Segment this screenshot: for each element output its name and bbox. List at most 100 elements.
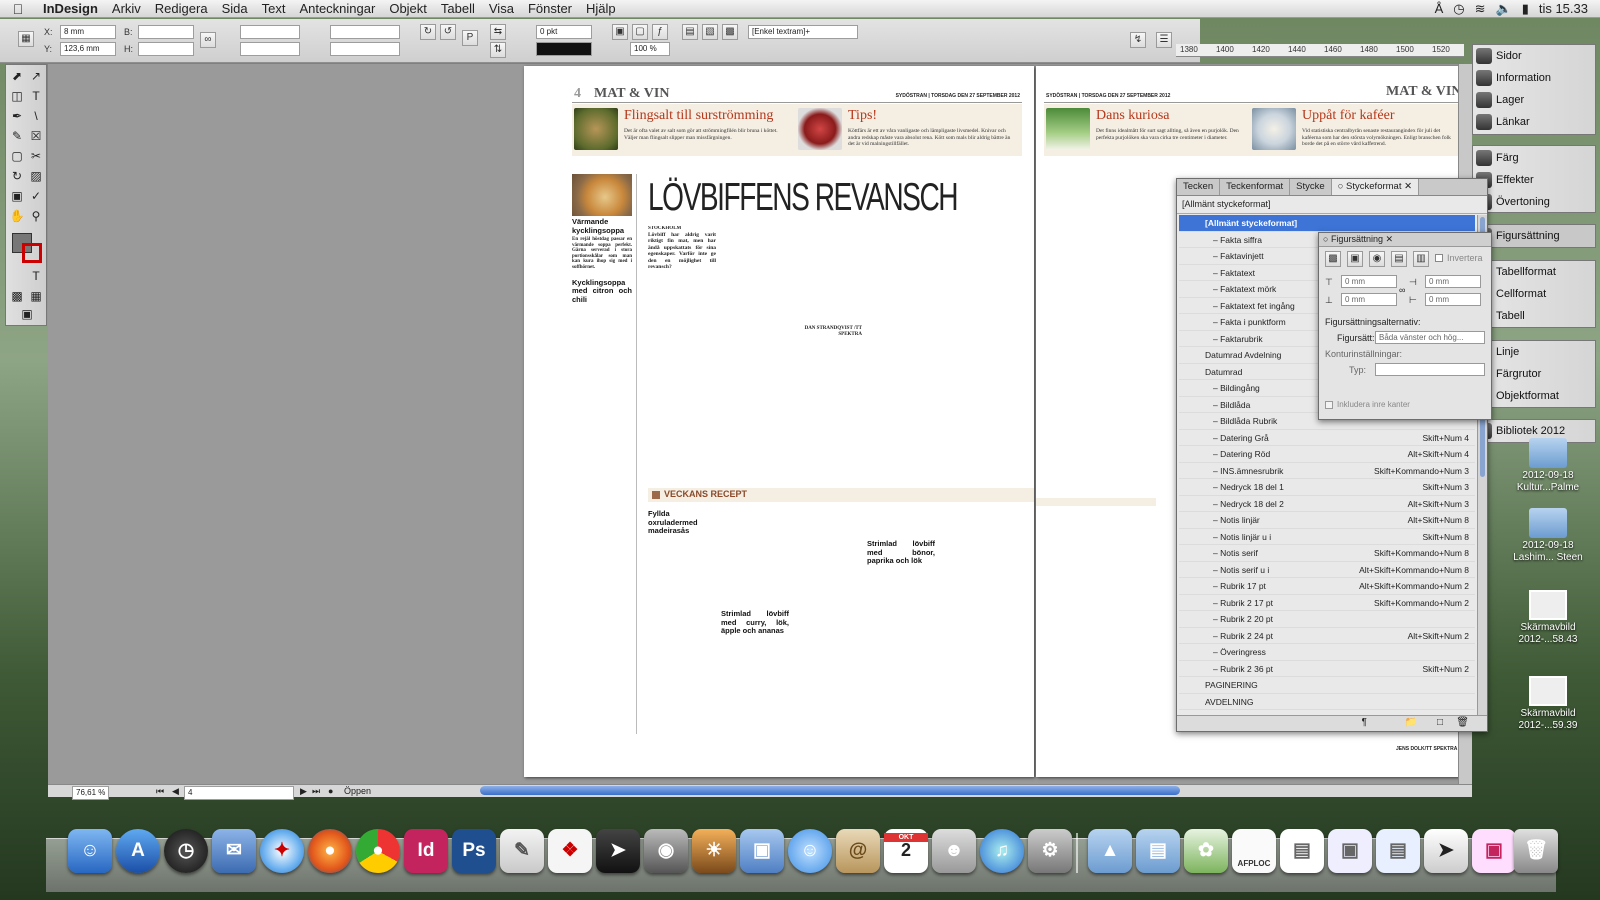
- paragraph-style-row[interactable]: – Nedryck 18 del 2 Alt+Skift+Num 3: [1179, 496, 1475, 512]
- close-panel-icon[interactable]: ✕: [1385, 234, 1393, 244]
- shear-field[interactable]: [330, 42, 400, 56]
- fit-frame-icon[interactable]: ▢: [632, 24, 648, 40]
- zoom-tool-icon[interactable]: ⚲: [27, 207, 45, 225]
- h-field[interactable]: [138, 42, 194, 56]
- paragraph-style-row[interactable]: – Rubrik 2 24 pt Alt+Skift+Num 2: [1179, 628, 1475, 644]
- direct-selection-tool-icon[interactable]: ↗: [27, 67, 45, 85]
- clock[interactable]: tis 15.33: [1539, 1, 1588, 16]
- y-field[interactable]: 123,6 mm: [60, 42, 116, 56]
- menu-visa[interactable]: Visa: [482, 1, 521, 16]
- flip-horizontal-icon[interactable]: ⇆: [490, 24, 506, 40]
- preview-icon[interactable]: ▣: [740, 829, 784, 873]
- trash-icon[interactable]: 🗑: [1456, 717, 1469, 728]
- panel-information[interactable]: Information: [1474, 68, 1596, 88]
- chrome-icon[interactable]: ●: [356, 829, 400, 873]
- teaser-photo-fish[interactable]: [574, 108, 618, 150]
- paragraph-style-row[interactable]: AVDELNING: [1179, 694, 1475, 710]
- menu-sida[interactable]: Sida: [215, 1, 255, 16]
- paragraph-style-row[interactable]: [Allmänt styckeformat]: [1179, 215, 1475, 232]
- right-offset-field[interactable]: 0 mm: [1425, 293, 1481, 306]
- first-page-icon[interactable]: ⏮: [156, 786, 164, 797]
- paragraph-style-row[interactable]: – Notis linjär Alt+Skift+Num 8: [1179, 512, 1475, 529]
- distribute-icon[interactable]: ▧: [702, 24, 718, 40]
- gradient-tool-icon[interactable]: ▨: [27, 167, 45, 185]
- paragraph-style-row[interactable]: PAGINERING: [1179, 677, 1475, 694]
- teaser-photo-coffee[interactable]: [1252, 108, 1296, 150]
- contour-type-dropdown[interactable]: [1375, 363, 1485, 376]
- panel-cellformat[interactable]: Cellformat: [1474, 284, 1596, 304]
- align-icon[interactable]: ▤: [682, 24, 698, 40]
- teaser-photo-meat[interactable]: [798, 108, 842, 150]
- panel-lankar[interactable]: Länkar: [1474, 112, 1596, 132]
- panel-lager[interactable]: Lager: [1474, 90, 1596, 110]
- include-inside-edges-checkbox[interactable]: [1325, 401, 1333, 409]
- new-style-icon[interactable]: □: [1437, 717, 1443, 728]
- panel-fargrutor[interactable]: Färgrutor: [1474, 364, 1596, 384]
- panel-effekter[interactable]: Effekter: [1474, 170, 1596, 190]
- clear-overrides-icon[interactable]: ¶: [1362, 717, 1367, 728]
- panel-figursattning[interactable]: Figursättning: [1474, 226, 1596, 246]
- paragraph-style-row[interactable]: – Datering Röd Alt+Skift+Num 4: [1179, 446, 1475, 463]
- preview-mode-icon[interactable]: ▦: [27, 287, 45, 305]
- tab-stycke[interactable]: Stycke: [1290, 179, 1332, 195]
- left-offset-field[interactable]: 0 mm: [1425, 275, 1481, 288]
- iphoto-icon[interactable]: ☀: [692, 829, 736, 873]
- panel-linje[interactable]: Linje: [1474, 342, 1596, 362]
- zoom-field[interactable]: 76,61 %: [72, 786, 110, 800]
- camera-icon[interactable]: ◉: [644, 829, 688, 873]
- jump-next-column-icon[interactable]: ▥: [1413, 251, 1429, 267]
- menu-app[interactable]: InDesign: [36, 1, 105, 16]
- no-wrap-icon[interactable]: ▩: [1325, 251, 1341, 267]
- paragraph-style-row[interactable]: – Notis serif u i Alt+Skift+Kommando+Num …: [1179, 562, 1475, 578]
- photo-booth-icon[interactable]: ☻: [932, 829, 976, 873]
- finder-icon[interactable]: ☺: [68, 829, 112, 873]
- frame-style-dropdown[interactable]: [Enkel textram]+: [748, 25, 858, 39]
- rotate-ccw-icon[interactable]: ↺: [440, 24, 456, 40]
- rotate-tool-icon[interactable]: ↻: [8, 167, 26, 185]
- last-page-icon[interactable]: ⏭: [312, 786, 320, 797]
- frame-tool-icon[interactable]: ☒: [27, 127, 45, 145]
- panel-objektformat[interactable]: Objektformat: [1474, 386, 1596, 406]
- close-tab-icon[interactable]: ✕: [1404, 181, 1412, 192]
- pdf-file-icon[interactable]: AFPLOC: [1232, 829, 1276, 873]
- line-tool-icon[interactable]: \: [27, 107, 45, 125]
- page-4[interactable]: 4 MAT & VIN SYDÖSTRAN | TORSDAG DEN 27 S…: [524, 66, 1034, 777]
- new-group-icon[interactable]: 📁: [1405, 717, 1417, 728]
- pencil-tool-icon[interactable]: ✎: [8, 127, 26, 145]
- mail-icon[interactable]: ✉: [212, 829, 256, 873]
- wifi-icon[interactable]: ≋: [1475, 1, 1486, 17]
- acrobat-icon[interactable]: ❖: [548, 829, 592, 873]
- safari-icon[interactable]: ✦: [260, 829, 304, 873]
- invert-checkbox[interactable]: [1435, 254, 1443, 262]
- panel-sidor[interactable]: Sidor: [1474, 46, 1596, 66]
- page-field[interactable]: 4: [184, 786, 294, 800]
- wrap-bounding-box-icon[interactable]: ▣: [1347, 251, 1363, 267]
- web-thumbnail-icon[interactable]: ▤: [1376, 829, 1420, 873]
- paragraph-style-row[interactable]: – Överingress: [1179, 644, 1475, 661]
- paragraph-style-row[interactable]: – Rubrik 2 36 pt Skift+Num 2: [1179, 661, 1475, 677]
- dashboard-icon[interactable]: ◷: [164, 829, 208, 873]
- jump-object-icon[interactable]: ▤: [1391, 251, 1407, 267]
- address-book-icon[interactable]: @: [836, 829, 880, 873]
- p-frame-icon[interactable]: P: [462, 30, 478, 46]
- teaser-photo-leek[interactable]: [1046, 108, 1090, 150]
- bottom-offset-field[interactable]: 0 mm: [1341, 293, 1397, 306]
- stroke-swatch[interactable]: [22, 243, 42, 263]
- battery-icon[interactable]: ▮: [1522, 1, 1529, 17]
- flip-vertical-icon[interactable]: ⇅: [490, 42, 506, 58]
- paragraph-style-row[interactable]: – Nedryck 18 del 1 Skift+Num 3: [1179, 479, 1475, 496]
- paragraph-style-row[interactable]: – Rubrik 2 20 pt: [1179, 611, 1475, 628]
- fit-content-icon[interactable]: ▣: [612, 24, 628, 40]
- trash-icon[interactable]: 🗑: [1514, 829, 1558, 873]
- time-machine-icon[interactable]: ◷: [1453, 1, 1464, 17]
- firefox-icon[interactable]: ●: [308, 829, 352, 873]
- ichat-icon[interactable]: ☺: [788, 829, 832, 873]
- paragraph-style-row[interactable]: – Rubrik 17 pt Alt+Skift+Kommando+Num 2: [1179, 578, 1475, 595]
- indesign-icon[interactable]: Id: [404, 829, 448, 873]
- rotate-cw-icon[interactable]: ↻: [420, 24, 436, 40]
- photoshop-icon[interactable]: Ps: [452, 829, 496, 873]
- rotate-field[interactable]: [330, 25, 400, 39]
- preflight-icon[interactable]: ●: [328, 786, 333, 796]
- documents-folder-icon[interactable]: ▤: [1136, 829, 1180, 873]
- top-offset-field[interactable]: 0 mm: [1341, 275, 1397, 288]
